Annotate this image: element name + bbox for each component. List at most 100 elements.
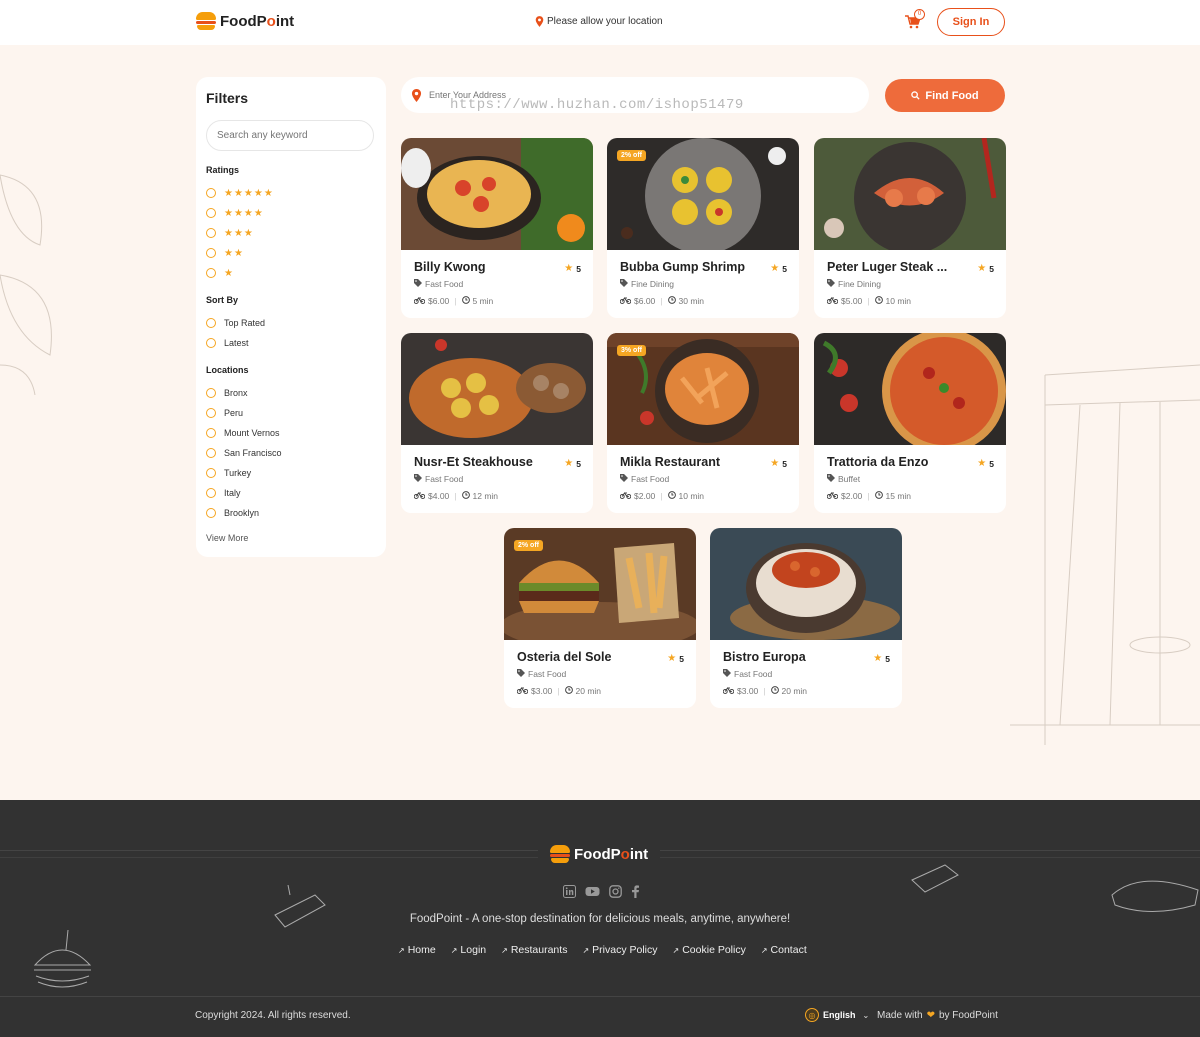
location-option[interactable]: Turkey <box>206 467 251 479</box>
sort-option[interactable]: Latest <box>206 337 249 349</box>
restaurant-name[interactable]: Bubba Gump Shrimp <box>620 260 745 274</box>
footer-brand-logo[interactable]: FoodPoint <box>550 845 648 863</box>
restaurant-photo[interactable] <box>814 333 1006 445</box>
tag-icon <box>827 279 835 289</box>
restaurant-card[interactable]: Peter Luger Steak ... ★ 5 Fine Dining $5.00 |… <box>814 138 1006 318</box>
discount-badge: 3% off <box>617 345 646 356</box>
restaurant-card[interactable]: Billy Kwong ★ 5 Fast Food $6.00 | 5 min <box>401 138 593 318</box>
restaurant-photo[interactable] <box>401 333 593 445</box>
footer-link[interactable]: Login <box>451 944 486 956</box>
radio-button[interactable] <box>206 408 216 418</box>
map-pin-icon <box>411 89 422 102</box>
rating-option[interactable]: ★★★★★ <box>206 187 274 199</box>
bike-icon <box>826 296 839 306</box>
restaurant-photo[interactable]: 2% off <box>607 138 799 250</box>
watermark-text: https://www.huzhan.com/ishop51479 <box>450 97 744 113</box>
restaurant-name[interactable]: Mikla Restaurant <box>620 455 720 469</box>
language-selector[interactable]: ◎ English ⌄ <box>805 1008 869 1022</box>
radio-button[interactable] <box>206 208 216 218</box>
location-option[interactable]: Italy <box>206 487 241 499</box>
radio-button[interactable] <box>206 318 216 328</box>
restaurant-card[interactable]: 2% off Bubba Gump Shrimp ★ 5 Fine Dining $6.0… <box>607 138 799 318</box>
radio-button[interactable] <box>206 508 216 518</box>
rating-option[interactable]: ★★★ <box>206 227 254 239</box>
location-option[interactable]: Brooklyn <box>206 507 259 519</box>
radio-button[interactable] <box>206 388 216 398</box>
restaurant-photo[interactable]: 3% off <box>607 333 799 445</box>
radio-button[interactable] <box>206 338 216 348</box>
radio-button[interactable] <box>206 488 216 498</box>
delivery-time: 12 min <box>472 491 499 501</box>
radio-button[interactable] <box>206 228 216 238</box>
restaurant-name[interactable]: Nusr-Et Steakhouse <box>414 455 533 469</box>
sign-in-button[interactable]: Sign In <box>937 8 1005 36</box>
footer-link[interactable]: Home <box>398 944 436 956</box>
sort-option-label: Top Rated <box>224 318 266 328</box>
restaurant-photo[interactable]: 2% off <box>504 528 696 640</box>
find-food-button[interactable]: Find Food <box>885 79 1005 112</box>
burger-logo-icon <box>196 12 216 30</box>
restaurant-card[interactable]: 2% off Osteria del Sole ★ 5 Fast Food $3.00 | 2… <box>504 528 696 708</box>
restaurant-category: Fast Food <box>723 669 772 679</box>
location-option[interactable]: San Francisco <box>206 447 282 459</box>
food-image <box>401 333 593 445</box>
restaurant-photo[interactable] <box>710 528 902 640</box>
clock-icon <box>461 296 470 306</box>
restaurant-name[interactable]: Bistro Europa <box>723 650 806 664</box>
radio-button[interactable] <box>206 268 216 278</box>
view-more-link[interactable]: View More <box>206 533 248 543</box>
radio-button[interactable] <box>206 428 216 438</box>
restaurant-card[interactable]: Bistro Europa ★ 5 Fast Food $3.00 | 20 min <box>710 528 902 708</box>
rating-option[interactable]: ★★ <box>206 247 244 259</box>
clock-icon <box>770 686 779 696</box>
star-icon: ★ <box>770 263 780 274</box>
instagram-icon[interactable] <box>609 885 622 898</box>
location-option[interactable]: Mount Vernos <box>206 427 280 439</box>
facebook-icon[interactable] <box>631 885 640 898</box>
youtube-icon[interactable] <box>585 885 600 898</box>
location-option[interactable]: Peru <box>206 407 243 419</box>
clock-icon <box>874 491 883 501</box>
delivery-time: 30 min <box>678 296 705 306</box>
clock-icon <box>667 491 676 501</box>
restaurant-meta: $2.00 | 10 min <box>619 491 704 501</box>
restaurant-photo[interactable] <box>401 138 593 250</box>
copyright-text: Copyright 2024. All rights reserved. <box>195 1010 351 1021</box>
category-label: Fast Food <box>425 474 464 484</box>
restaurant-name[interactable]: Peter Luger Steak ... <box>827 260 947 274</box>
star-icon: ★ <box>564 458 574 469</box>
restaurant-photo[interactable] <box>814 138 1006 250</box>
rating-option[interactable]: ★★★★ <box>206 207 264 219</box>
linkedin-icon[interactable] <box>563 885 576 898</box>
star-rating-icon: ★★★★ <box>224 207 264 219</box>
restaurant-rating: ★ 5 <box>564 458 581 469</box>
keyword-search-input[interactable] <box>206 120 374 151</box>
radio-button[interactable] <box>206 248 216 258</box>
star-icon: ★ <box>873 653 883 664</box>
category-label: Buffet <box>838 474 861 484</box>
restaurant-card[interactable]: 3% off Mikla Restaurant ★ 5 Fast Food $2.00 | 1… <box>607 333 799 513</box>
location-label: Brooklyn <box>224 508 260 518</box>
footer-link[interactable]: Contact <box>761 944 807 956</box>
restaurant-card[interactable]: Trattoria da Enzo ★ 5 Buffet $2.00 | 15 min <box>814 333 1006 513</box>
brand-logo[interactable]: FoodPoint <box>196 12 294 30</box>
restaurant-rating: ★ 5 <box>770 458 787 469</box>
restaurant-rating: ★ 5 <box>564 263 581 274</box>
restaurant-name[interactable]: Billy Kwong <box>414 260 486 274</box>
restaurant-name[interactable]: Osteria del Sole <box>517 650 611 664</box>
rating-option[interactable]: ★ <box>206 267 234 279</box>
restaurant-name[interactable]: Trattoria da Enzo <box>827 455 928 469</box>
restaurant-meta: $2.00 | 15 min <box>826 491 911 501</box>
food-image <box>814 138 1006 250</box>
sort-option[interactable]: Top Rated <box>206 317 265 329</box>
footer-logo-wrap: FoodPoint <box>538 845 661 863</box>
footer-link[interactable]: Cookie Policy <box>673 944 746 956</box>
radio-button[interactable] <box>206 188 216 198</box>
location-option[interactable]: Bronx <box>206 387 248 399</box>
radio-button[interactable] <box>206 468 216 478</box>
location-prompt[interactable]: Please allow your location <box>535 16 663 27</box>
footer-link[interactable]: Restaurants <box>501 944 568 956</box>
restaurant-card[interactable]: Nusr-Et Steakhouse ★ 5 Fast Food $4.00 | 12 mi… <box>401 333 593 513</box>
radio-button[interactable] <box>206 448 216 458</box>
footer-link[interactable]: Privacy Policy <box>582 944 657 956</box>
